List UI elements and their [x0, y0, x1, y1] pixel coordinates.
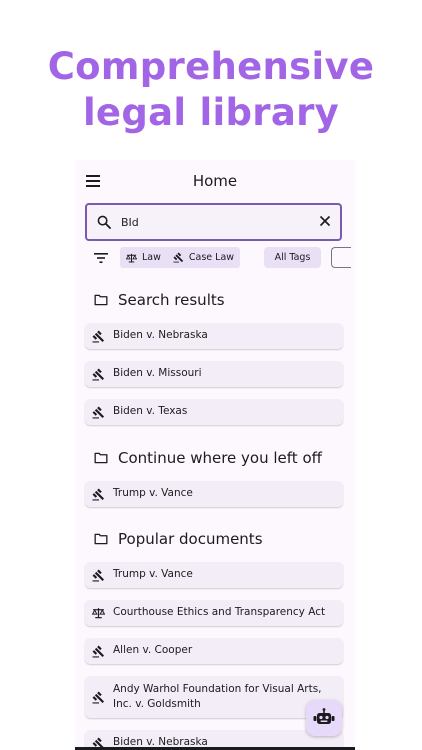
promo-line-1: Comprehensive [47, 45, 375, 88]
close-icon[interactable] [318, 214, 332, 228]
scale-icon [126, 253, 137, 262]
filter-row: Law Case Law All Tags [75, 246, 355, 270]
list-item[interactable]: Allen v. Cooper [85, 638, 343, 664]
page-title: Home [192, 172, 238, 190]
list-item-label: Trump v. Vance [113, 487, 193, 500]
chip-case-law[interactable]: Case Law [167, 247, 240, 268]
assistant-fab[interactable] [306, 700, 342, 736]
search-icon [97, 215, 111, 229]
gavel-icon [92, 330, 105, 342]
folder-icon [94, 294, 108, 306]
list-item-label: Allen v. Cooper [113, 644, 193, 657]
chip-overflow[interactable] [331, 247, 351, 268]
gavel-icon [92, 569, 105, 581]
list-item-label: Biden v. Missouri [113, 367, 202, 380]
list-item[interactable]: Andy Warhol Foundation for Visual Arts, … [85, 676, 343, 718]
gavel-icon [173, 252, 184, 263]
section-title: Popular documents [118, 530, 263, 548]
list-item-label: Biden v. Nebraska [113, 329, 208, 342]
section-title: Search results [118, 291, 225, 309]
section-search-results: Search results [94, 291, 225, 309]
list-item[interactable]: Trump v. Vance [85, 562, 343, 588]
list-item-label: Biden v. Texas [113, 405, 188, 418]
robot-icon [313, 708, 335, 724]
promo-headline: Comprehensive legal library [0, 44, 422, 136]
list-item[interactable]: Trump v. Vance [85, 481, 343, 507]
section-continue: Continue where you left off [94, 449, 322, 467]
gavel-icon [92, 691, 105, 703]
section-title: Continue where you left off [118, 449, 322, 467]
folder-icon [94, 452, 108, 464]
app-bar: Home [75, 160, 355, 202]
type-filter-segment: Law Case Law [120, 247, 241, 268]
filter-list-icon[interactable] [94, 252, 108, 264]
search-bar[interactable] [85, 203, 342, 241]
scale-icon [92, 608, 105, 619]
folder-icon [94, 533, 108, 545]
search-input[interactable] [121, 211, 301, 233]
chip-case-law-label: Case Law [188, 252, 235, 263]
phone-screen: Home Law [75, 160, 355, 750]
chip-all-tags[interactable]: All Tags [264, 247, 321, 268]
gavel-icon [92, 645, 105, 657]
list-item-label: Trump v. Vance [113, 568, 193, 581]
list-item[interactable]: Biden v. Missouri [85, 361, 343, 387]
gavel-icon [92, 406, 105, 418]
list-item[interactable]: Biden v. Texas [85, 399, 343, 425]
list-item[interactable]: Courthouse Ethics and Transparency Act [85, 600, 343, 626]
chip-law[interactable]: Law [120, 247, 167, 268]
section-popular: Popular documents [94, 530, 263, 548]
gavel-icon [92, 488, 105, 500]
gavel-icon [92, 368, 105, 380]
list-item-label: Andy Warhol Foundation for Visual Arts, … [113, 682, 322, 711]
chip-law-label: Law [142, 252, 161, 263]
promo-line-2: legal library [82, 91, 340, 134]
list-item[interactable]: Biden v. Nebraska [85, 323, 343, 349]
list-item-label: Courthouse Ethics and Transparency Act [113, 606, 326, 619]
